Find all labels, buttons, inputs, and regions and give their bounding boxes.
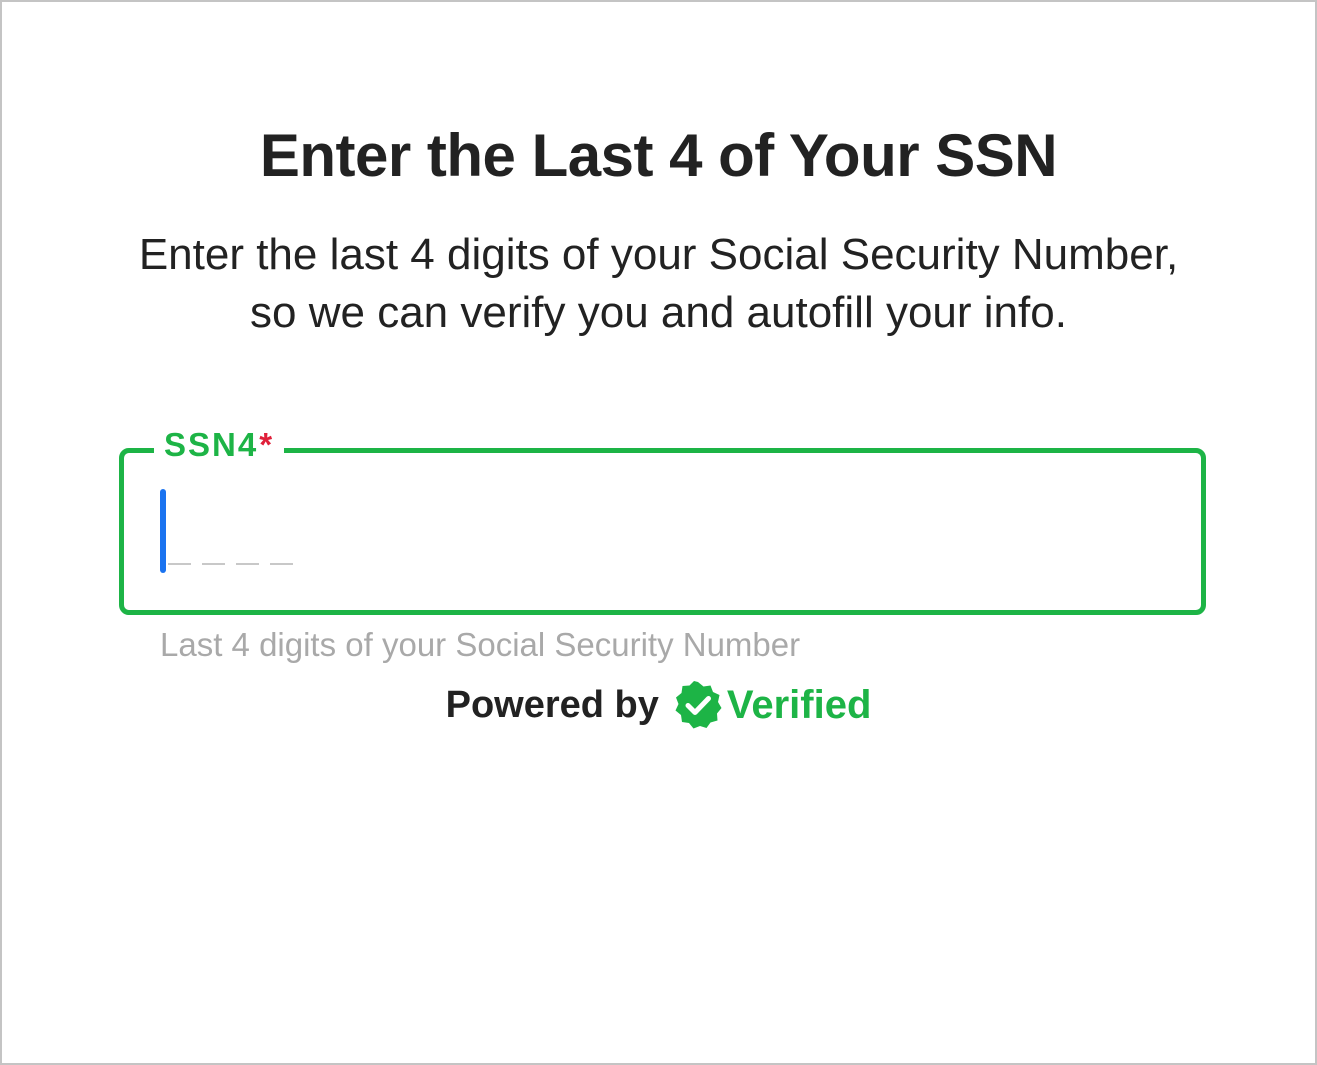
digit-slot [236, 563, 259, 565]
verified-badge-check-icon [675, 681, 722, 729]
ssn4-field[interactable]: SSN4* [119, 423, 1206, 615]
verified-brand-name: Verified [726, 682, 872, 727]
powered-by-footer: Powered by Verified [2, 677, 1315, 733]
digit-mask-placeholder [168, 563, 293, 565]
ssn4-helper-text: Last 4 digits of your Social Security Nu… [160, 626, 801, 663]
digit-slot [168, 563, 191, 565]
page-title: Enter the Last 4 of Your SSN [259, 122, 1058, 189]
page-subtitle: Enter the last 4 digits of your Social S… [138, 230, 1179, 337]
required-asterisk: * [259, 426, 275, 463]
powered-by-label: Powered by [445, 683, 659, 726]
ssn4-input[interactable] [168, 513, 1128, 573]
text-caret [160, 489, 166, 573]
ssn4-field-label: SSN4* [154, 423, 285, 467]
digit-slot [202, 563, 225, 565]
ssn4-label-text: SSN4 [164, 426, 259, 463]
verification-panel: Enter the Last 4 of Your SSN Enter the l… [0, 0, 1317, 1065]
digit-slot [270, 563, 293, 565]
